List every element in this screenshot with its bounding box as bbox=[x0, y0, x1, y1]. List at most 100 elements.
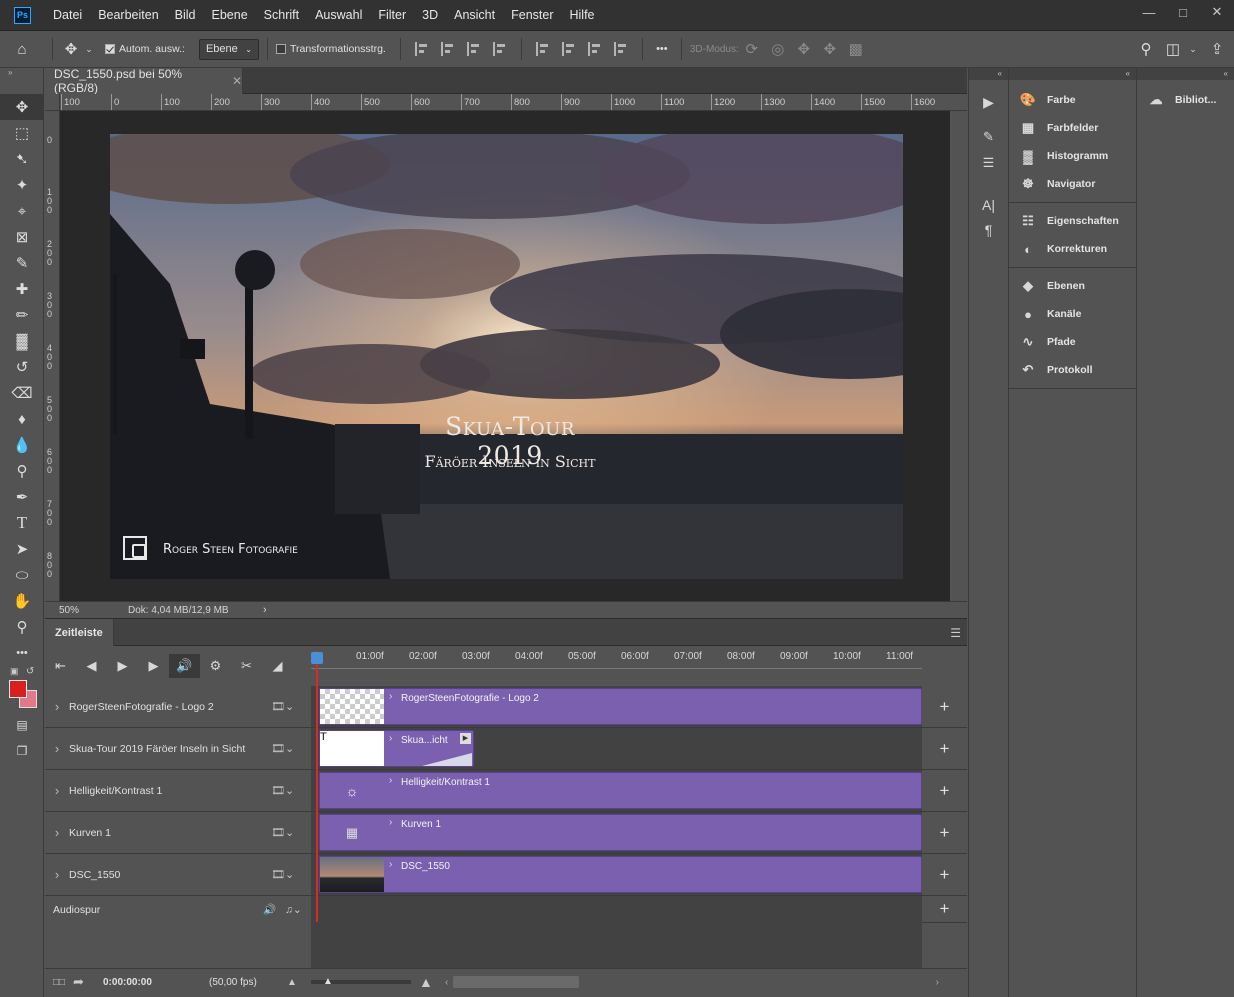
zoom-in-icon[interactable]: ▲ bbox=[411, 974, 445, 990]
timeline-tab[interactable]: Zeitleiste bbox=[45, 619, 114, 647]
magic-wand-icon[interactable]: ✦ bbox=[0, 172, 44, 198]
add-media-button[interactable]: + bbox=[922, 770, 967, 812]
move-tool-icon[interactable]: ✥ bbox=[61, 40, 81, 58]
timeline-clip[interactable]: › DSC_1550 bbox=[319, 856, 922, 893]
chevron-right-icon[interactable]: › bbox=[45, 741, 69, 756]
chevron-right-icon[interactable]: › bbox=[45, 783, 69, 798]
timeline-clip[interactable]: T › Skua...icht ▶ bbox=[319, 730, 474, 767]
panel-navigator[interactable]: ☸ Navigator bbox=[1009, 170, 1136, 198]
collapse-dock-icon[interactable]: « bbox=[1137, 68, 1234, 80]
chevron-right-icon[interactable]: › bbox=[45, 699, 69, 714]
align-middle-icon[interactable] bbox=[561, 42, 576, 56]
panel-ebenen[interactable]: ◆ Ebenen bbox=[1009, 272, 1136, 300]
menu-datei[interactable]: Datei bbox=[45, 0, 90, 31]
distribute-icon[interactable] bbox=[492, 42, 507, 56]
track-lane[interactable]: T › Skua...icht ▶ bbox=[311, 728, 922, 770]
close-icon[interactable]: ✕ bbox=[1200, 0, 1234, 24]
zoom-out-icon[interactable]: ▲ bbox=[287, 977, 311, 988]
panel-farbfelder[interactable]: ▦ Farbfelder bbox=[1009, 114, 1136, 142]
timeline-clip[interactable]: ▦ › Kurven 1 bbox=[319, 814, 922, 851]
previous-frame-icon[interactable]: ◀ bbox=[76, 658, 107, 674]
add-audio-button[interactable]: + bbox=[922, 896, 967, 923]
zoom-tool-icon[interactable]: ⚲ bbox=[0, 614, 44, 640]
blur-tool-icon[interactable]: 💧 bbox=[0, 432, 44, 458]
render-video-icon[interactable]: ➦ bbox=[73, 974, 103, 990]
music-note-icon[interactable]: ♫⌄ bbox=[285, 904, 311, 916]
track-header[interactable]: › RogerSteenFotografie - Logo 2 🎞⌄ bbox=[45, 686, 311, 728]
home-icon[interactable]: ⌂ bbox=[0, 41, 44, 58]
chevron-right-icon[interactable]: › bbox=[389, 691, 392, 702]
frame-animation-icon[interactable]: □□ bbox=[53, 977, 73, 988]
minimize-icon[interactable]: — bbox=[1132, 0, 1166, 24]
auto-select-checkbox[interactable]: Autom. ausw.: bbox=[105, 43, 185, 55]
panel-protokoll[interactable]: ↶ Protokoll bbox=[1009, 356, 1136, 384]
film-strip-icon[interactable]: 🎞⌄ bbox=[271, 826, 311, 839]
track-header[interactable]: › DSC_1550 🎞⌄ bbox=[45, 854, 311, 896]
align-right-icon[interactable] bbox=[466, 42, 481, 56]
chevron-right-icon[interactable]: › bbox=[389, 817, 392, 828]
chevron-down-icon[interactable]: ⌄ bbox=[1186, 44, 1200, 55]
3d-pan-icon[interactable]: ✥ bbox=[791, 40, 817, 58]
3d-slide-icon[interactable]: ✥ bbox=[817, 40, 843, 58]
add-media-button[interactable]: + bbox=[922, 812, 967, 854]
paragraph-icon[interactable]: ¶ bbox=[969, 218, 1008, 242]
workspace-icon[interactable]: ◫ bbox=[1160, 40, 1186, 58]
close-icon[interactable]: ✕ bbox=[232, 74, 242, 88]
film-strip-icon[interactable]: 🎞⌄ bbox=[271, 742, 311, 755]
timeline-clip[interactable]: ☼ › Helligkeit/Kontrast 1 bbox=[319, 772, 922, 809]
foreground-color-swatch[interactable] bbox=[9, 680, 27, 698]
horizontal-ruler[interactable]: 100 0 100 200 300 400 500 600 700 800 900 1000 1100 1… bbox=[60, 94, 967, 111]
audio-track-header[interactable]: Audiospur 🔊 ♫⌄ bbox=[45, 896, 311, 923]
search-icon[interactable]: ⚲ bbox=[1132, 40, 1160, 58]
screen-mode-icon[interactable]: ❐ bbox=[0, 738, 44, 764]
layer-select-dropdown[interactable]: Ebene ⌄ bbox=[198, 38, 259, 60]
collapse-icon[interactable]: » bbox=[0, 68, 43, 78]
vertical-ruler[interactable]: 0100200300400500600700800900 bbox=[45, 111, 60, 601]
track-header[interactable]: › Skua-Tour 2019 Färöer Inseln in Sicht 🎞⌄ bbox=[45, 728, 311, 770]
menu-schrift[interactable]: Schrift bbox=[256, 0, 307, 31]
menu-ebene[interactable]: Ebene bbox=[204, 0, 256, 31]
menu-auswahl[interactable]: Auswahl bbox=[307, 0, 370, 31]
ellipse-tool-icon[interactable]: ⬭ bbox=[0, 562, 44, 588]
menu-ansicht[interactable]: Ansicht bbox=[446, 0, 503, 31]
maximize-icon[interactable]: □ bbox=[1166, 0, 1200, 24]
3d-camera-icon[interactable]: ▩ bbox=[843, 40, 869, 58]
next-frame-icon[interactable]: ▶ bbox=[138, 658, 169, 674]
transform-controls-checkbox[interactable]: Transformationsstrg. bbox=[275, 43, 386, 55]
character-icon[interactable]: A| bbox=[969, 192, 1008, 218]
document-canvas-image[interactable]: Skua-Tour 2019 Färöer Inseln in Sicht Ro… bbox=[110, 134, 903, 579]
go-to-first-frame-icon[interactable]: ⇤ bbox=[45, 658, 76, 674]
track-lane[interactable]: › RogerSteenFotografie - Logo 2 bbox=[311, 686, 922, 728]
add-media-button[interactable]: + bbox=[922, 728, 967, 770]
chevron-right-icon[interactable]: › bbox=[389, 775, 392, 786]
marquee-tool-icon[interactable]: ⬚ bbox=[0, 120, 44, 146]
timeline-ruler[interactable]: 01:00f 02:00f 03:00f 04:00f 05:00f 06:00f 07:0… bbox=[311, 646, 922, 686]
history-brush-icon[interactable]: ↺ bbox=[0, 354, 44, 380]
zoom-slider-thumb-icon[interactable]: ▲ bbox=[323, 976, 333, 987]
menu-hilfe[interactable]: Hilfe bbox=[562, 0, 603, 31]
align-center-icon[interactable] bbox=[440, 42, 455, 56]
adjustments-icon[interactable]: ☰ bbox=[969, 150, 1008, 176]
clip-menu-icon[interactable]: ▶ bbox=[460, 733, 471, 744]
type-tool-icon[interactable]: T bbox=[0, 510, 44, 536]
scroll-right-icon[interactable]: › bbox=[936, 977, 939, 988]
panel-pfade[interactable]: ∿ Pfade bbox=[1009, 328, 1136, 356]
menu-filter[interactable]: Filter bbox=[370, 0, 414, 31]
track-lane[interactable]: ▦ › Kurven 1 bbox=[311, 812, 922, 854]
playhead[interactable] bbox=[316, 651, 318, 922]
crop-tool-icon[interactable]: ⌖ bbox=[0, 198, 44, 224]
film-strip-icon[interactable]: 🎞⌄ bbox=[271, 784, 311, 797]
zoom-slider[interactable]: ▲ bbox=[311, 976, 411, 987]
hand-tool-icon[interactable]: ✋ bbox=[0, 588, 44, 614]
chevron-right-icon[interactable]: › bbox=[45, 867, 69, 882]
timeline-scrollbar-thumb[interactable] bbox=[453, 976, 579, 988]
3d-rotate-icon[interactable]: ⟳ bbox=[739, 40, 765, 58]
film-strip-icon[interactable]: 🎞⌄ bbox=[271, 868, 311, 881]
track-header[interactable]: › Helligkeit/Kontrast 1 🎞⌄ bbox=[45, 770, 311, 812]
transition-icon[interactable]: ◢ bbox=[262, 658, 293, 674]
align-top-icon[interactable] bbox=[535, 42, 550, 56]
panel-histogramm[interactable]: ▓ Histogramm bbox=[1009, 142, 1136, 170]
menu-bearbeiten[interactable]: Bearbeiten bbox=[90, 0, 166, 31]
track-lane[interactable]: › DSC_1550 bbox=[311, 854, 922, 896]
panel-farbe[interactable]: 🎨 Farbe bbox=[1009, 86, 1136, 114]
